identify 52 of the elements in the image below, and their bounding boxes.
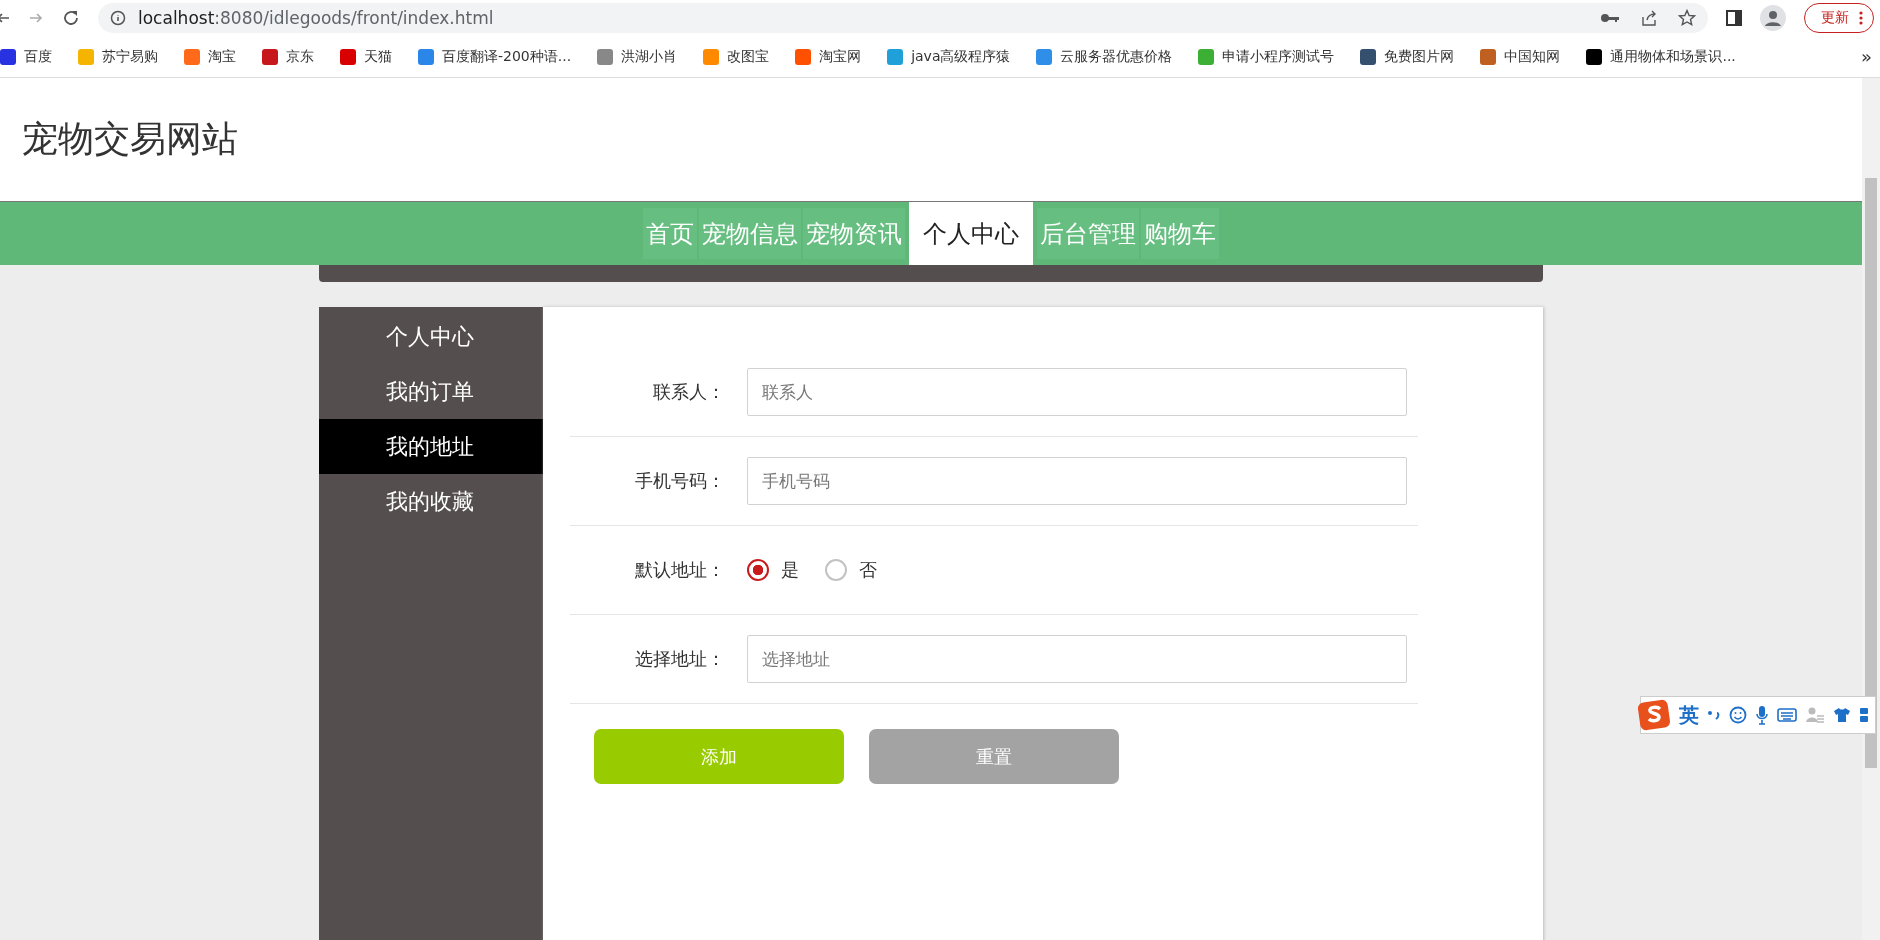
grid-icon[interactable] xyxy=(1859,707,1869,723)
keyboard-icon[interactable] xyxy=(1777,708,1797,722)
bookmark-item[interactable]: 申请小程序测试号 xyxy=(1198,47,1335,66)
reload-icon[interactable] xyxy=(62,9,80,27)
bookmark-item[interactable]: 苏宁易购 xyxy=(78,47,158,66)
back-icon[interactable] xyxy=(0,11,10,25)
info-icon[interactable] xyxy=(110,10,126,26)
sidebar-item[interactable]: 我的订单 xyxy=(319,364,543,419)
bookmark-item[interactable]: 淘宝网 xyxy=(795,47,862,66)
bookmark-item[interactable]: 百度翻译-200种语... xyxy=(418,47,572,66)
bookmark-item[interactable]: 淘宝 xyxy=(184,47,236,66)
ime-mode-toggle[interactable]: 英 xyxy=(1679,701,1699,729)
scrollbar[interactable] xyxy=(1862,78,1880,940)
more-bookmarks-button[interactable]: » xyxy=(1861,46,1872,67)
sidebar-item[interactable]: 个人中心 xyxy=(319,309,543,364)
side-panel-icon[interactable] xyxy=(1726,10,1742,26)
more-vertical-icon[interactable] xyxy=(1859,11,1863,25)
sidebar-item[interactable]: 我的收藏 xyxy=(319,474,543,529)
sidebar-item[interactable]: 我的地址 xyxy=(319,419,543,474)
update-button[interactable]: 更新 xyxy=(1804,3,1874,33)
bookmark-item[interactable]: 天猫 xyxy=(340,47,392,66)
radio-option[interactable]: 否 xyxy=(825,558,877,582)
nav-tab[interactable]: 个人中心 xyxy=(909,202,1033,265)
radio-button[interactable] xyxy=(747,559,769,581)
key-icon[interactable] xyxy=(1600,12,1620,24)
field-label: 选择地址： xyxy=(634,647,726,671)
bookmark-item[interactable]: 洪湖小肖 xyxy=(597,47,678,66)
bookmark-item[interactable]: 通用物体和场景识... xyxy=(1586,47,1736,66)
bookmark-item[interactable]: 中国知网 xyxy=(1480,47,1561,66)
share-icon[interactable] xyxy=(1640,9,1658,27)
bookmark-item[interactable]: 京东 xyxy=(262,47,314,66)
site-title: 宠物交易网站 xyxy=(22,117,238,161)
field-label: 手机号码： xyxy=(634,469,726,493)
ime-logo-icon[interactable] xyxy=(1637,699,1671,731)
address-bar[interactable]: localhost:8080/idlegoods/front/index.html xyxy=(98,3,1708,33)
star-icon[interactable] xyxy=(1678,9,1696,27)
field-label: 默认地址： xyxy=(634,558,726,582)
bookmark-item[interactable]: java高级程序猿 xyxy=(887,47,1011,66)
input-field[interactable]: 手机号码 xyxy=(747,457,1407,505)
shirt-icon[interactable] xyxy=(1833,707,1851,723)
bookmark-item[interactable]: 百度 xyxy=(0,47,52,66)
bookmark-item[interactable]: 云服务器优惠价格 xyxy=(1036,47,1173,66)
field-label: 联系人： xyxy=(652,380,726,404)
radio-option[interactable]: 是 xyxy=(747,558,799,582)
radio-button[interactable] xyxy=(825,559,847,581)
input-field[interactable]: 联系人 xyxy=(747,368,1407,416)
microphone-icon[interactable] xyxy=(1755,705,1769,725)
profile-avatar-icon[interactable] xyxy=(1760,5,1786,31)
bookmark-item[interactable]: 改图宝 xyxy=(703,47,770,66)
bookmark-item[interactable]: 免费图片网 xyxy=(1360,47,1455,66)
emoji-icon[interactable] xyxy=(1729,706,1747,724)
input-field[interactable]: 选择地址 xyxy=(747,635,1407,683)
